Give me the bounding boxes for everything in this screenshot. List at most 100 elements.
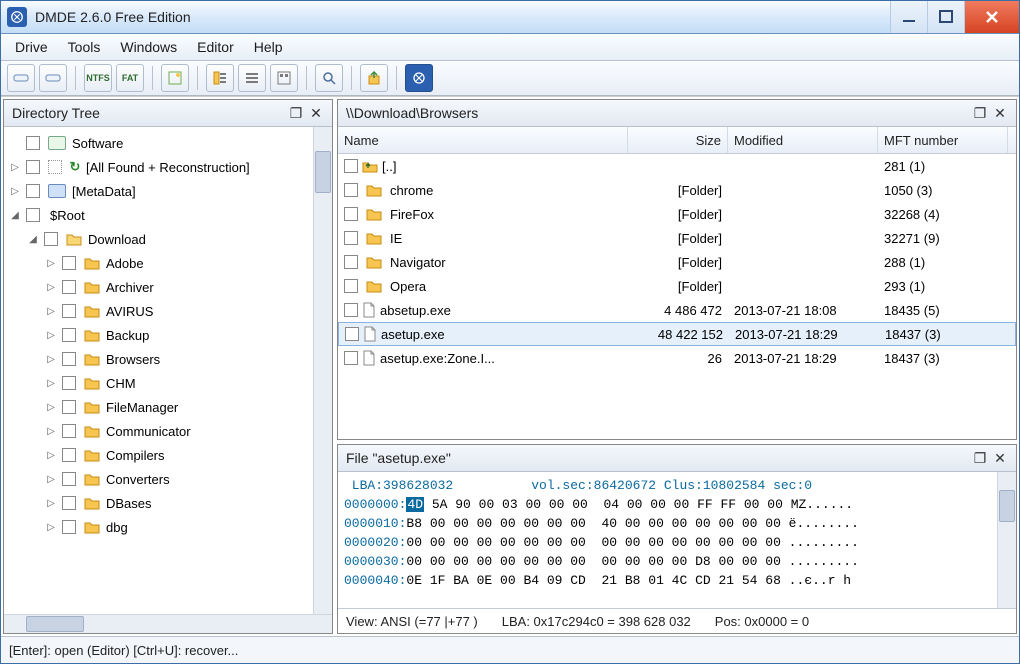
tree-twist-icon[interactable]: ▷: [44, 496, 58, 510]
tree-twist-icon[interactable]: ▷: [44, 280, 58, 294]
file-row[interactable]: [..]281 (1): [338, 154, 1016, 178]
row-checkbox[interactable]: [344, 255, 358, 269]
tree-checkbox[interactable]: [62, 256, 76, 270]
tree-checkbox[interactable]: [62, 376, 76, 390]
tree-checkbox[interactable]: [44, 232, 58, 246]
tool-view1[interactable]: [206, 64, 234, 92]
file-row[interactable]: IE[Folder]32271 (9): [338, 226, 1016, 250]
tree-twist-icon[interactable]: ◢: [26, 232, 40, 246]
tree-item-filemanager[interactable]: ▷FileManager: [4, 395, 332, 419]
tree-checkbox[interactable]: [62, 448, 76, 462]
panel-restore-icon[interactable]: ❐: [972, 106, 988, 120]
tree-item-compilers[interactable]: ▷Compilers: [4, 443, 332, 467]
maximize-button[interactable]: [927, 1, 964, 33]
panel-close-icon[interactable]: ✕: [992, 451, 1008, 465]
menu-tools[interactable]: Tools: [58, 34, 111, 60]
tool-disk2[interactable]: [39, 64, 67, 92]
tool-fat[interactable]: FAT: [116, 64, 144, 92]
tree-twist-icon[interactable]: ▷: [44, 520, 58, 534]
row-checkbox[interactable]: [344, 159, 358, 173]
row-checkbox[interactable]: [344, 183, 358, 197]
tree-item-software[interactable]: Software: [4, 131, 332, 155]
tree-checkbox[interactable]: [62, 400, 76, 414]
tool-disk1[interactable]: [7, 64, 35, 92]
tree-twist-icon[interactable]: ▷: [44, 304, 58, 318]
tool-scan[interactable]: [161, 64, 189, 92]
tree-twist-icon[interactable]: ▷: [44, 352, 58, 366]
tree-item-converters[interactable]: ▷Converters: [4, 467, 332, 491]
file-row[interactable]: absetup.exe4 486 4722013-07-21 18:081843…: [338, 298, 1016, 322]
tree-twist-icon[interactable]: ▷: [44, 424, 58, 438]
row-checkbox[interactable]: [344, 231, 358, 245]
close-button[interactable]: [964, 1, 1019, 33]
tree-item-all-found[interactable]: ▷↻[All Found + Reconstruction]: [4, 155, 332, 179]
tree-item-metadata[interactable]: ▷[MetaData]: [4, 179, 332, 203]
panel-restore-icon[interactable]: ❐: [972, 451, 988, 465]
menu-editor[interactable]: Editor: [187, 34, 244, 60]
tree-checkbox[interactable]: [62, 472, 76, 486]
tree-item-browsers[interactable]: ▷Browsers: [4, 347, 332, 371]
tree-checkbox[interactable]: [62, 280, 76, 294]
tree-item-avirus[interactable]: ▷AVIRUS: [4, 299, 332, 323]
tree-twist-icon[interactable]: ▷: [44, 448, 58, 462]
tree-item-dbg[interactable]: ▷dbg: [4, 515, 332, 539]
file-row[interactable]: asetup.exe:Zone.I...262013-07-21 18:2918…: [338, 346, 1016, 370]
file-list-columns[interactable]: Name Size Modified MFT number: [338, 127, 1016, 154]
tree-checkbox[interactable]: [62, 424, 76, 438]
menu-windows[interactable]: Windows: [110, 34, 187, 60]
tool-search[interactable]: [315, 64, 343, 92]
tree-twist-icon[interactable]: ▷: [8, 184, 22, 198]
file-row[interactable]: FireFox[Folder]32268 (4): [338, 202, 1016, 226]
tree-twist-icon[interactable]: ◢: [8, 208, 22, 222]
file-row[interactable]: Opera[Folder]293 (1): [338, 274, 1016, 298]
file-list-body[interactable]: [..]281 (1)chrome[Folder]1050 (3)FireFox…: [338, 154, 1016, 439]
tree-item-chm[interactable]: ▷CHM: [4, 371, 332, 395]
tool-view3[interactable]: [270, 64, 298, 92]
tree-item-backup[interactable]: ▷Backup: [4, 323, 332, 347]
panel-restore-icon[interactable]: ❐: [288, 106, 304, 120]
tree-twist-icon[interactable]: ▷: [44, 256, 58, 270]
tree-checkbox[interactable]: [26, 184, 40, 198]
tree-twist-icon[interactable]: ▷: [44, 400, 58, 414]
tree-twist-icon[interactable]: ▷: [44, 376, 58, 390]
tree-twist-icon[interactable]: ▷: [44, 472, 58, 486]
row-checkbox[interactable]: [344, 207, 358, 221]
tree-vscrollbar[interactable]: [313, 127, 332, 614]
tree-checkbox[interactable]: [26, 160, 40, 174]
tool-logo[interactable]: [405, 64, 433, 92]
minimize-button[interactable]: [890, 1, 927, 33]
row-checkbox[interactable]: [344, 351, 358, 365]
panel-close-icon[interactable]: ✕: [992, 106, 1008, 120]
directory-tree[interactable]: Software▷↻[All Found + Reconstruction]▷[…: [4, 127, 332, 614]
row-checkbox[interactable]: [344, 303, 358, 317]
hex-vscrollbar[interactable]: [997, 472, 1016, 608]
titlebar[interactable]: DMDE 2.6.0 Free Edition: [1, 1, 1019, 34]
tree-item-sroot[interactable]: ◢$Root: [4, 203, 332, 227]
tree-item-adobe[interactable]: ▷Adobe: [4, 251, 332, 275]
menu-drive[interactable]: Drive: [5, 34, 58, 60]
tree-item-download[interactable]: ◢Download: [4, 227, 332, 251]
file-row[interactable]: asetup.exe48 422 1522013-07-21 18:291843…: [338, 322, 1016, 346]
row-checkbox[interactable]: [345, 327, 359, 341]
menu-help[interactable]: Help: [244, 34, 293, 60]
hex-view[interactable]: LBA:398628032 vol.sec:86420672 Clus:1080…: [338, 472, 1016, 608]
tool-view2[interactable]: [238, 64, 266, 92]
row-checkbox[interactable]: [344, 279, 358, 293]
tool-export[interactable]: [360, 64, 388, 92]
tree-twist-icon[interactable]: ▷: [44, 328, 58, 342]
tool-ntfs[interactable]: NTFS: [84, 64, 112, 92]
panel-close-icon[interactable]: ✕: [308, 106, 324, 120]
tree-item-communicator[interactable]: ▷Communicator: [4, 419, 332, 443]
tree-hscrollbar[interactable]: [4, 614, 332, 633]
tree-checkbox[interactable]: [26, 208, 40, 222]
tree-twist-icon[interactable]: ▷: [8, 160, 22, 174]
file-row[interactable]: Navigator[Folder]288 (1): [338, 250, 1016, 274]
tree-checkbox[interactable]: [62, 496, 76, 510]
tree-checkbox[interactable]: [62, 328, 76, 342]
tree-item-archiver[interactable]: ▷Archiver: [4, 275, 332, 299]
file-row[interactable]: chrome[Folder]1050 (3): [338, 178, 1016, 202]
tree-item-dbases[interactable]: ▷DBases: [4, 491, 332, 515]
tree-checkbox[interactable]: [62, 520, 76, 534]
tree-twist-icon[interactable]: [8, 136, 22, 150]
tree-checkbox[interactable]: [26, 136, 40, 150]
